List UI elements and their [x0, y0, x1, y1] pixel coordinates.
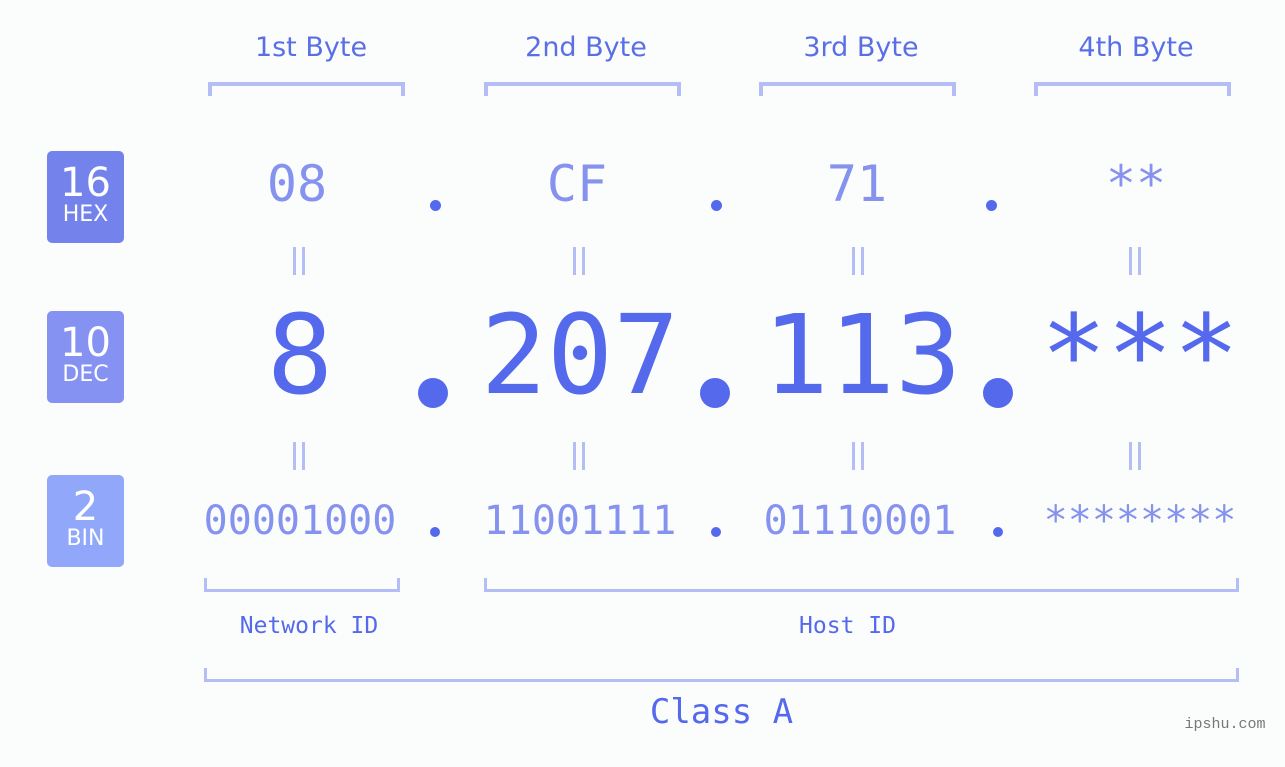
- byte-bracket-2: [484, 82, 681, 96]
- dec-byte-2: 207: [480, 291, 680, 419]
- class-bracket: [204, 668, 1239, 682]
- bin-byte-4: ********: [1043, 498, 1237, 544]
- dec-badge-label: DEC: [62, 362, 109, 387]
- byte-bracket-1: [208, 82, 405, 96]
- dec-byte-1: 8: [266, 291, 334, 419]
- host-id-label: Host ID: [799, 613, 896, 639]
- hex-badge: 16 HEX: [47, 151, 124, 243]
- dec-separator-dot-1: [418, 378, 448, 408]
- byte-label-2: 2nd Byte: [525, 32, 647, 63]
- class-label: Class A: [649, 692, 794, 732]
- bin-separator-dot-3: [993, 527, 1003, 537]
- equals-icon: [1129, 442, 1141, 470]
- equals-icon: [293, 247, 305, 275]
- dec-badge: 10 DEC: [47, 311, 124, 403]
- hex-separator-dot-1: [430, 200, 441, 211]
- byte-label-3: 3rd Byte: [803, 32, 919, 63]
- bin-byte-2: 11001111: [483, 498, 677, 544]
- hex-byte-4: **: [1105, 155, 1167, 213]
- equals-icon: [852, 247, 864, 275]
- bin-byte-1: 00001000: [203, 498, 397, 544]
- watermark: ipshu.com: [1184, 716, 1266, 733]
- dec-byte-3: 113: [762, 291, 962, 419]
- bin-separator-dot-1: [430, 527, 440, 537]
- bin-badge-number: 2: [72, 484, 99, 530]
- dec-badge-number: 10: [60, 320, 111, 366]
- hex-separator-dot-2: [711, 200, 722, 211]
- byte-bracket-3: [759, 82, 956, 96]
- bin-byte-3: 01110001: [763, 498, 957, 544]
- network-id-bracket: [204, 578, 400, 592]
- hex-byte-3: 71: [826, 155, 888, 213]
- byte-bracket-4: [1034, 82, 1231, 96]
- equals-icon: [573, 442, 585, 470]
- equals-icon: [573, 247, 585, 275]
- equals-icon: [1129, 247, 1141, 275]
- hex-separator-dot-3: [986, 200, 997, 211]
- dec-separator-dot-3: [983, 378, 1013, 408]
- host-id-bracket: [484, 578, 1239, 592]
- dec-separator-dot-2: [700, 378, 730, 408]
- equals-icon: [293, 442, 305, 470]
- hex-byte-2: CF: [546, 155, 608, 213]
- bin-badge: 2 BIN: [47, 475, 124, 567]
- bin-badge-label: BIN: [66, 526, 105, 551]
- dec-byte-4: ***: [1040, 291, 1240, 419]
- hex-badge-label: HEX: [62, 202, 109, 227]
- byte-label-1: 1st Byte: [254, 32, 368, 63]
- hex-byte-1: 08: [266, 155, 328, 213]
- byte-label-4: 4th Byte: [1078, 32, 1194, 63]
- bin-separator-dot-2: [711, 527, 721, 537]
- network-id-label: Network ID: [239, 613, 379, 639]
- equals-icon: [852, 442, 864, 470]
- hex-badge-number: 16: [60, 160, 111, 206]
